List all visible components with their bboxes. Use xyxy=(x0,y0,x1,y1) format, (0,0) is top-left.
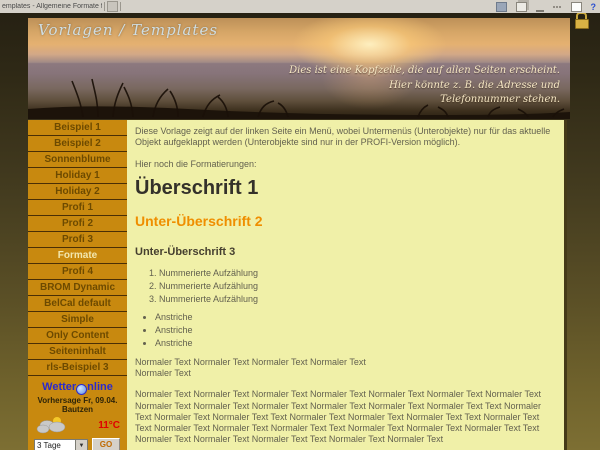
list-item: Nummerierte Aufzählung xyxy=(159,281,552,292)
sidebar-item-seiteninhalt[interactable]: Seiteninhalt xyxy=(28,344,127,360)
sidebar-item-beispiel-1[interactable]: Beispiel 1 xyxy=(28,120,127,136)
forecast-city: Bautzen xyxy=(28,405,127,414)
print-icon[interactable] xyxy=(496,2,507,12)
heading-3: Unter-Überschrift 3 xyxy=(135,246,552,260)
heading-2: Unter-Überschrift 2 xyxy=(135,213,552,231)
wetteronline-logo[interactable]: WetterOnline xyxy=(28,376,127,395)
formats-line: Hier noch die Formatierungen: xyxy=(135,159,552,170)
numbered-list: Nummerierte Aufzählung Nummerierte Aufzä… xyxy=(159,268,552,304)
minimize-icon[interactable] xyxy=(536,10,544,12)
chevron-down-icon: ▼ xyxy=(75,440,87,450)
intro-paragraph: Diese Vorlage zeigt auf der linken Seite… xyxy=(135,126,552,149)
weather-widget: WetterOnline Vorhersage Fr, 09.04. Bautz… xyxy=(28,376,127,450)
list-item: Nummerierte Aufzählung xyxy=(159,294,552,305)
list-item: Anstriche xyxy=(155,312,552,323)
toolbar-icon-group: ? xyxy=(496,2,600,12)
tagline-line: Dies ist eine Kopfzeile, die auf allen S… xyxy=(289,64,560,79)
page-background: Vorlagen / Templates Dies ist eine Kopfz… xyxy=(0,13,600,450)
list-item: Nummerierte Aufzählung xyxy=(159,268,552,279)
go-button[interactable]: GO xyxy=(92,438,120,450)
browser-toolbar: emplates - Allgemeine Formate für Texte … xyxy=(0,0,600,14)
page-title: Vorlagen / Templates xyxy=(38,21,218,39)
content-area: Diese Vorlage zeigt auf der linken Seite… xyxy=(127,120,567,450)
toolbar-button[interactable] xyxy=(107,1,118,12)
list-item: Anstriche xyxy=(155,338,552,349)
normal-text-block: Normaler Text Normaler Text Normaler Tex… xyxy=(135,357,552,380)
sidebar-item-profi-4[interactable]: Profi 4 xyxy=(28,264,127,280)
document-icon[interactable] xyxy=(571,2,582,12)
sidebar-item-sonnenblume[interactable]: Sonnenblume xyxy=(28,152,127,168)
help-icon[interactable]: ? xyxy=(591,3,597,11)
sidebar-item-formate[interactable]: Formate xyxy=(28,248,127,264)
sidebar-item-simple[interactable]: Simple xyxy=(28,312,127,328)
header-image: Vorlagen / Templates Dies ist eine Kopfz… xyxy=(28,18,570,119)
list-item: Anstriche xyxy=(155,325,552,336)
more-options-icon[interactable] xyxy=(553,3,562,11)
sidebar-item-rls-beispiel-3[interactable]: rls-Beispiel 3 xyxy=(28,360,127,376)
temperature-value: 11°C xyxy=(98,420,120,431)
sidebar-menu: Beispiel 1 Beispiel 2 Sonnenblume Holida… xyxy=(28,120,127,376)
forecast-label: Vorhersage Fr, 09.04. xyxy=(28,396,127,405)
sidebar-item-beispiel-2[interactable]: Beispiel 2 xyxy=(28,136,127,152)
lock-icon[interactable] xyxy=(575,13,588,29)
toolbar-divider xyxy=(120,2,121,11)
sidebar-item-holiday-1[interactable]: Holiday 1 xyxy=(28,168,127,184)
header-tagline: Dies ist eine Kopfzeile, die auf allen S… xyxy=(289,64,560,108)
tagline-line: Hier könnte z. B. die Adresse und xyxy=(289,79,560,94)
sidebar-item-profi-2[interactable]: Profi 2 xyxy=(28,216,127,232)
sidebar-item-holiday-2[interactable]: Holiday 2 xyxy=(28,184,127,200)
bullet-list: Anstriche Anstriche Anstriche xyxy=(155,312,552,348)
normal-text-paragraph: Normaler Text Normaler Text Normaler Tex… xyxy=(135,389,552,445)
forecast-range-select[interactable]: 3 Tage ▼ xyxy=(34,439,88,450)
tagline-line: Telefonnummer stehen. xyxy=(289,93,560,108)
toolbar-divider xyxy=(104,2,105,11)
browser-tab-title: emplates - Allgemeine Formate für Texte … xyxy=(0,3,102,10)
screen: emplates - Allgemeine Formate für Texte … xyxy=(0,0,600,450)
sidebar-item-only-content[interactable]: Only Content xyxy=(28,328,127,344)
sidebar-item-brom-dynamic[interactable]: BROM Dynamic xyxy=(28,280,127,296)
globe-icon: O xyxy=(76,384,87,395)
partly-cloudy-icon xyxy=(35,415,69,435)
heading-1: Überschrift 1 xyxy=(135,176,552,201)
sidebar-item-belcal-default[interactable]: BelCal default xyxy=(28,296,127,312)
sidebar-item-profi-3[interactable]: Profi 3 xyxy=(28,232,127,248)
sidebar-item-profi-1[interactable]: Profi 1 xyxy=(28,200,127,216)
pages-icon[interactable] xyxy=(516,2,527,12)
